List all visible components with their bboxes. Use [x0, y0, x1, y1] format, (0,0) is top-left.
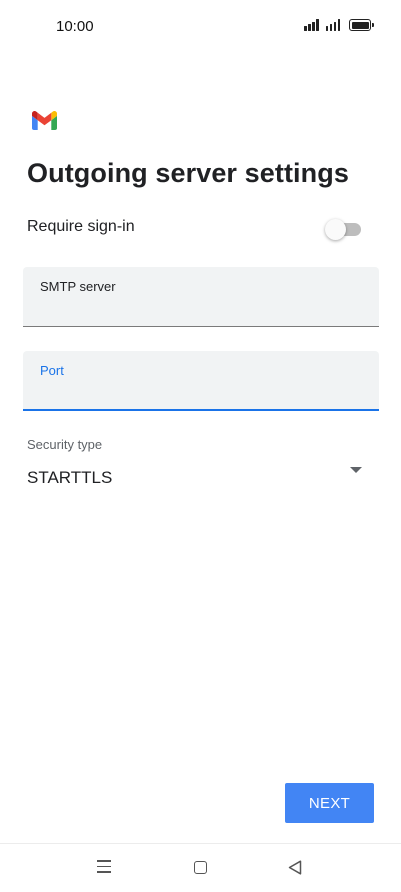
- gmail-icon: [32, 111, 57, 130]
- menu-icon[interactable]: [97, 860, 111, 877]
- require-signin-label: Require sign-in: [27, 218, 135, 235]
- security-type-label: Security type: [27, 437, 103, 452]
- dropdown-arrow-icon[interactable]: [350, 467, 362, 473]
- require-signin-row: Require sign-in: [27, 214, 367, 242]
- signal-icon: [304, 19, 319, 31]
- home-square-icon[interactable]: [194, 861, 207, 874]
- status-bar: 10:00: [0, 0, 401, 54]
- back-triangle-icon[interactable]: [288, 860, 302, 875]
- port-field[interactable]: Port: [23, 351, 379, 411]
- navigation-bar: [0, 843, 401, 892]
- require-signin-toggle[interactable]: [325, 218, 361, 240]
- status-time: 10:00: [56, 18, 94, 35]
- port-label: Port: [40, 363, 64, 378]
- status-icons: [304, 19, 374, 31]
- page-title: Outgoing server settings: [27, 158, 349, 188]
- signal-icon-2: [325, 19, 340, 31]
- toggle-thumb: [325, 219, 346, 240]
- smtp-server-label: SMTP server: [40, 279, 116, 294]
- screen: 10:00 Outgoing server settings Require s…: [0, 0, 401, 892]
- battery-icon: [349, 19, 374, 31]
- smtp-server-field[interactable]: SMTP server: [23, 267, 379, 327]
- next-button[interactable]: NEXT: [285, 783, 374, 823]
- security-type-select[interactable]: STARTTLS: [27, 468, 112, 488]
